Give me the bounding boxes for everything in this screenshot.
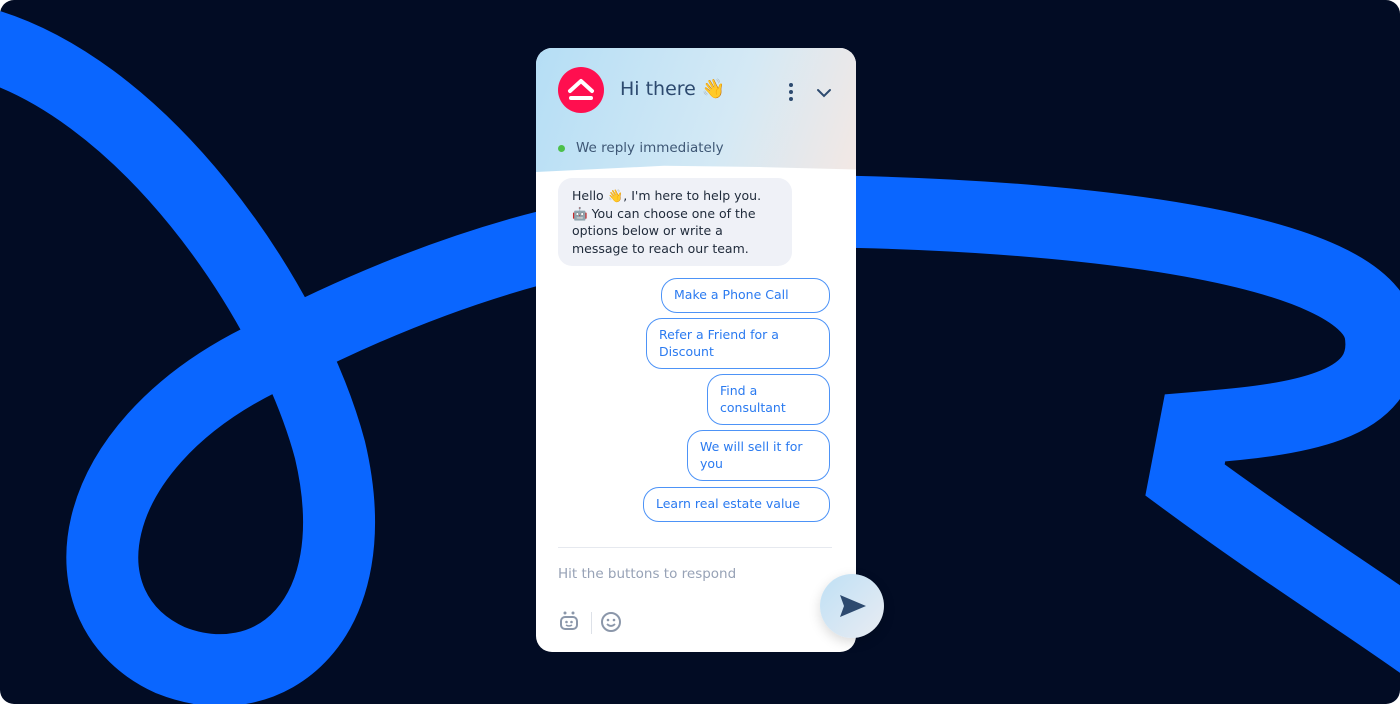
separator: [591, 612, 592, 634]
option-phone-call[interactable]: Make a Phone Call: [661, 278, 830, 313]
title-text: Hi there: [620, 78, 696, 100]
chat-widget: Hi there 👋 We reply immediately Hello 👋,…: [536, 48, 884, 652]
option-find-consultant[interactable]: Find a consultant: [707, 374, 830, 425]
kebab-icon[interactable]: [786, 82, 796, 102]
house-chevron-logo: [558, 67, 604, 113]
message-input[interactable]: Hit the buttons to respond: [558, 566, 736, 582]
send-icon: [840, 595, 866, 617]
message-text: Hello: [572, 188, 608, 203]
message-text: , I'm here to help you.: [623, 188, 762, 203]
option-sell-for-you[interactable]: We will sell it for you: [687, 430, 830, 481]
divider: [558, 547, 832, 548]
wave-icon: 👋: [607, 188, 624, 203]
online-status-dot: [558, 145, 565, 152]
message-text: You can choose one of the options below …: [572, 205, 756, 256]
smiley-icon[interactable]: [599, 610, 623, 634]
wave-icon: 👋: [701, 78, 726, 100]
send-button[interactable]: [820, 574, 884, 638]
chat-title: Hi there 👋: [620, 77, 726, 100]
option-refer-friend[interactable]: Refer a Friend for a Discount: [646, 318, 830, 369]
robot-icon: 🤖: [572, 205, 588, 221]
background: Hi there 👋 We reply immediately Hello 👋,…: [0, 0, 1400, 704]
bot-icon[interactable]: [557, 610, 581, 634]
option-real-estate-value[interactable]: Learn real estate value: [643, 487, 830, 522]
status-text: We reply immediately: [576, 140, 724, 156]
bot-message: Hello 👋, I'm here to help you. 🤖 You can…: [558, 178, 792, 266]
chevron-down-icon[interactable]: [814, 82, 834, 102]
